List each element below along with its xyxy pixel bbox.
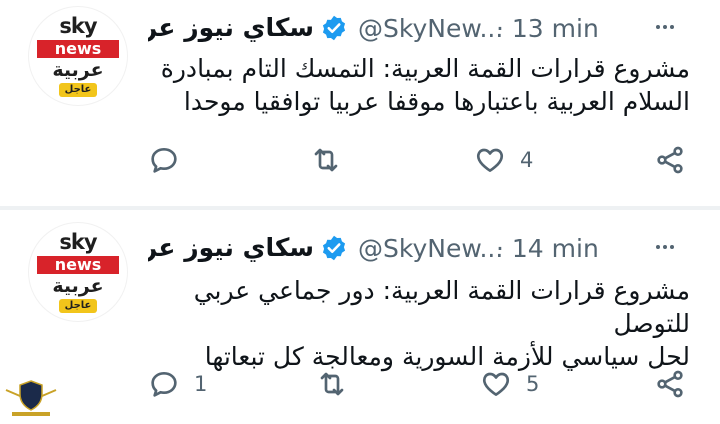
avatar[interactable]: sky news عربية عاجل: [28, 6, 128, 106]
timestamp[interactable]: · 14 min: [496, 234, 599, 263]
like-icon: [482, 372, 510, 396]
avatar-urgent-badge: عاجل: [59, 83, 97, 97]
avatar-sky-text: sky: [59, 230, 97, 254]
tweet-text: مشروع قرارات القمة العربية: دور جماعي عر…: [130, 274, 690, 373]
watermark-emblem-icon: [5, 380, 57, 416]
avatar-arabic-text: عربية: [52, 59, 104, 81]
like-icon: [476, 148, 504, 172]
avatar[interactable]: sky news عربية عاجل: [28, 222, 128, 322]
tweet-text-line: مشروع قرارات القمة العربية: التمسك التام…: [160, 54, 690, 83]
tweet-header: سكاي نيوز عر... @SkyNew... · 13 min: [148, 10, 688, 44]
tweet-text-line: مشروع قرارات القمة العربية: دور جماعي عر…: [193, 276, 690, 338]
handle[interactable]: @SkyNew...: [358, 14, 503, 43]
more-icon[interactable]: [650, 232, 680, 262]
more-icon[interactable]: [650, 12, 680, 42]
display-name[interactable]: سكاي نيوز عر...: [148, 13, 314, 42]
avatar-news-text: news: [37, 40, 119, 58]
like-button[interactable]: 5: [480, 368, 539, 400]
retweet-icon: [314, 148, 338, 172]
tweet[interactable]: sky news عربية عاجل سكاي نيوز عر... @Sky…: [0, 0, 720, 206]
tweet-actions: 4: [0, 144, 720, 184]
reply-button[interactable]: [148, 144, 194, 176]
share-button[interactable]: [654, 368, 686, 400]
verified-icon: [322, 235, 346, 261]
reply-count: 1: [194, 372, 208, 396]
display-name[interactable]: سكاي نيوز عر...: [148, 233, 314, 262]
like-count: 4: [520, 148, 534, 172]
share-icon: [657, 146, 683, 174]
tweet-actions: 1 5: [0, 368, 720, 408]
share-button[interactable]: [654, 144, 686, 176]
avatar-sky-text: sky: [59, 14, 97, 38]
avatar-arabic-text: عربية: [52, 275, 104, 297]
verified-icon: [322, 15, 346, 41]
share-icon: [657, 370, 683, 398]
like-count: 5: [526, 372, 540, 396]
tweet-text-line: السلام العربية باعتبارها موقفا عربيا توا…: [183, 87, 690, 116]
tweet-text: مشروع قرارات القمة العربية: التمسك التام…: [130, 52, 690, 118]
timestamp[interactable]: · 13 min: [496, 14, 599, 43]
reply-icon: [151, 372, 177, 397]
retweet-button[interactable]: [316, 368, 362, 400]
like-button[interactable]: 4: [474, 144, 533, 176]
handle[interactable]: @SkyNew...: [358, 234, 503, 263]
retweet-icon: [320, 372, 344, 396]
avatar-urgent-badge: عاجل: [59, 299, 97, 313]
tweet-header: سكاي نيوز عر... @SkyNew... · 14 min: [148, 230, 688, 264]
tweet[interactable]: sky news عربية عاجل سكاي نيوز عر... @Sky…: [0, 210, 720, 424]
retweet-button[interactable]: [310, 144, 356, 176]
reply-button[interactable]: 1: [148, 368, 207, 400]
avatar-news-text: news: [37, 256, 119, 274]
reply-icon: [151, 148, 177, 173]
